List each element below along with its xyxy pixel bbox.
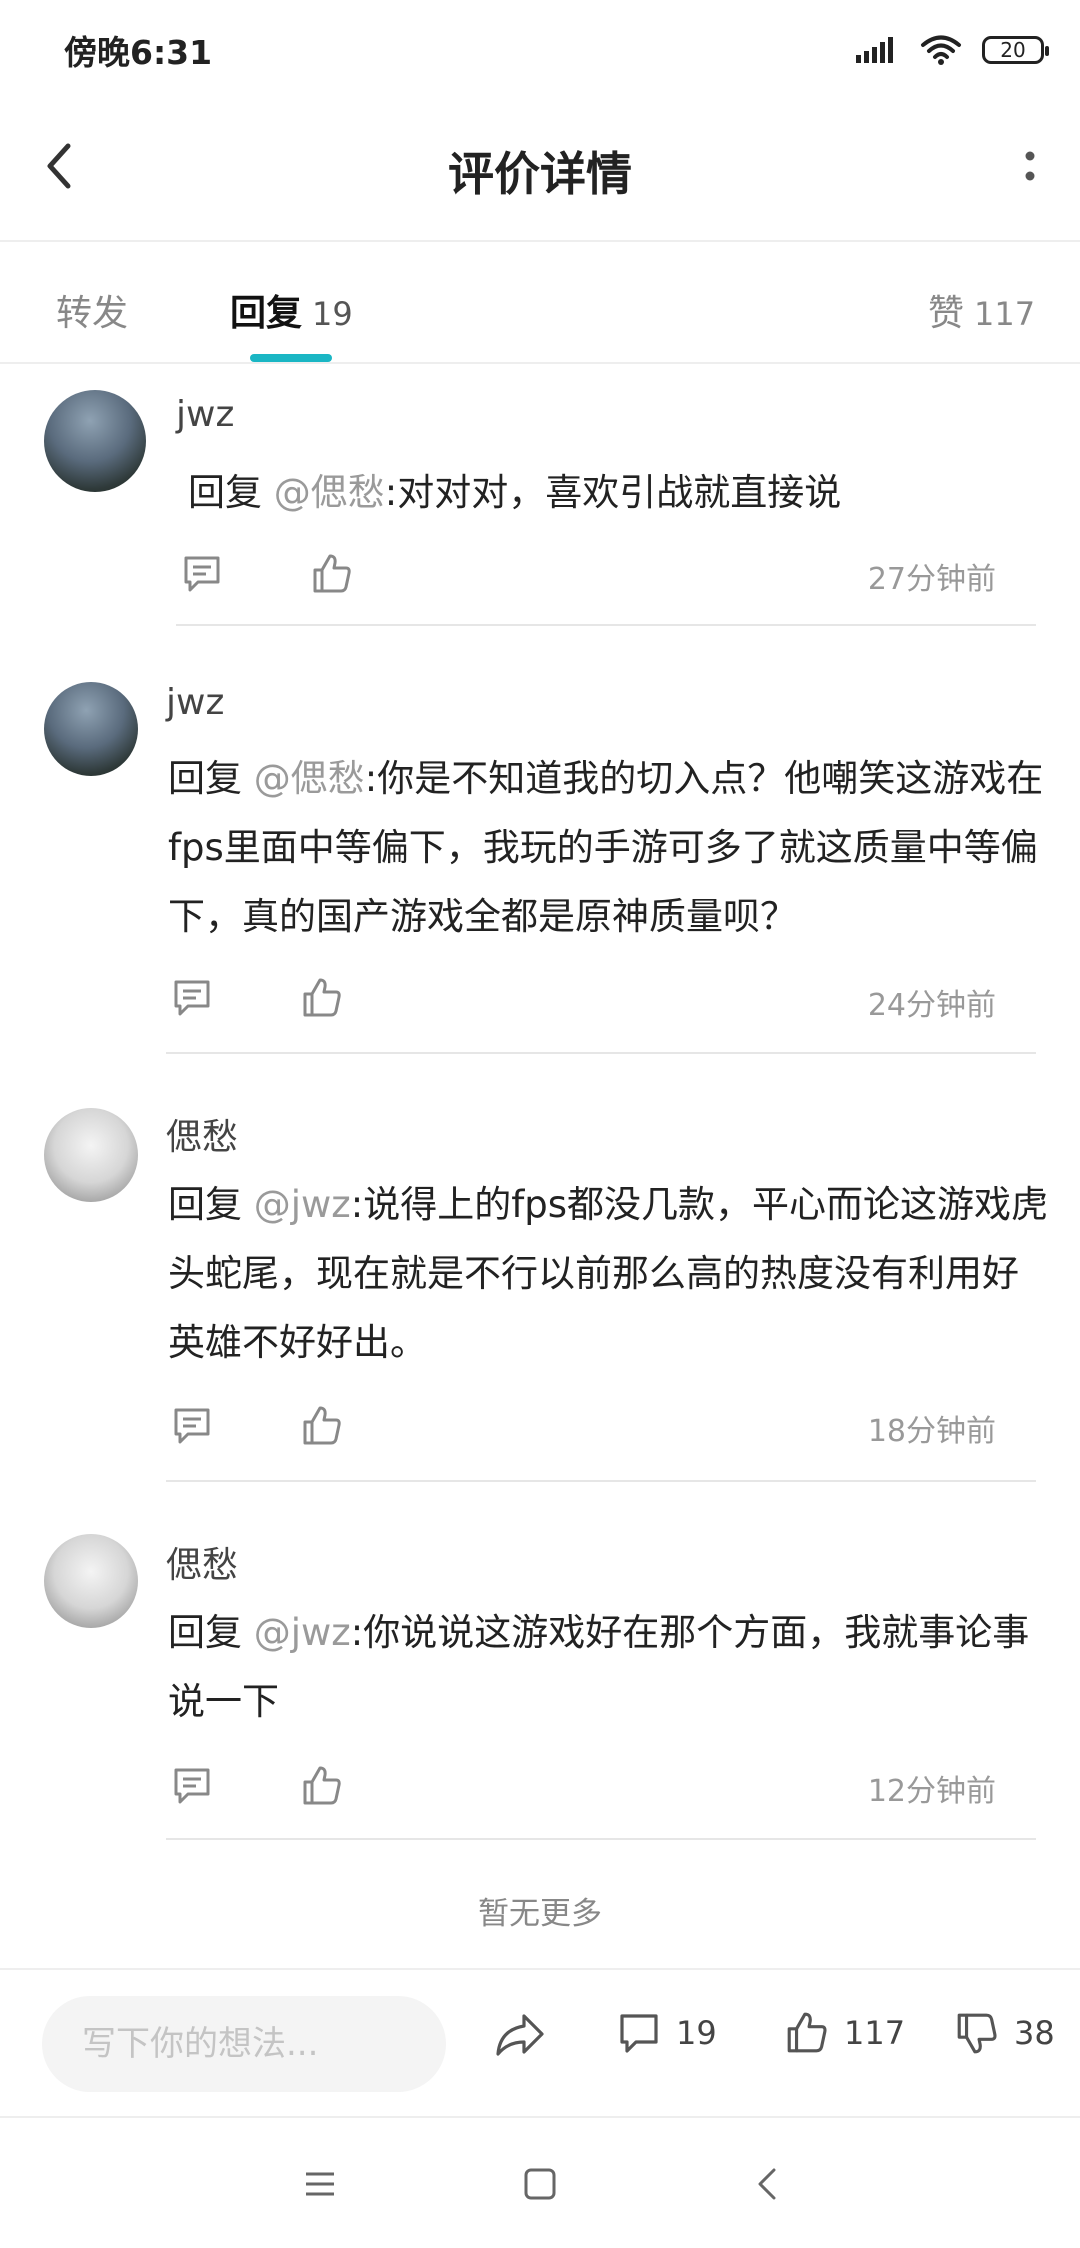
reply-prefix: 回复	[188, 471, 274, 514]
mention-link[interactable]: @偲愁	[274, 471, 385, 514]
avatar[interactable]	[44, 682, 138, 776]
comment-item: 偲愁 回复 @jwz:说得上的fps都没几款，平心而论这游戏虎头蛇尾，现在就是不…	[0, 1054, 1080, 1482]
share-button[interactable]	[494, 2010, 546, 2058]
reply-icon[interactable]	[170, 1404, 214, 1448]
tab-reply-label: 回复	[230, 293, 303, 334]
comment-text: 回复 @偲愁:对对对，喜欢引战就直接说	[188, 458, 1050, 527]
tab-reply[interactable]: 回复 19	[230, 284, 353, 336]
mention-link[interactable]: @偲愁	[254, 757, 365, 800]
comment-username[interactable]: jwz	[176, 394, 234, 435]
reply-icon[interactable]	[170, 1764, 214, 1808]
comment-text: 回复 @偲愁:你是不知道我的切入点？他嘲笑这游戏在fps里面中等偏下，我玩的手游…	[168, 744, 1050, 951]
comment-icon	[616, 2010, 662, 2056]
divider	[176, 624, 1036, 626]
comment-username: 偲愁	[166, 1117, 239, 1158]
divider	[166, 1838, 1036, 1840]
back-icon[interactable]	[746, 2162, 790, 2206]
comment-count: 19	[676, 2014, 717, 2052]
comment-item: 偲愁 回复 @jwz:你说说这游戏好在那个方面，我就事论事说一下 12分钟前	[0, 1482, 1080, 1840]
thumbs-up-icon	[784, 2010, 830, 2056]
status-icons: 20	[856, 30, 1049, 70]
reply-prefix: 回复	[168, 1183, 254, 1226]
battery-level: 20	[1000, 38, 1026, 62]
comment-text: 回复 @jwz:说得上的fps都没几款，平心而论这游戏虎头蛇尾，现在就是不行以前…	[168, 1170, 1050, 1377]
status-time: 傍晚6:31	[64, 33, 213, 72]
reply-icon[interactable]	[170, 976, 214, 1020]
navigation-bar	[0, 2116, 1080, 2248]
like-count: 117	[844, 2014, 906, 2052]
avatar[interactable]	[44, 1534, 138, 1628]
comment-timestamp: 24分钟前	[867, 988, 996, 1023]
comment-timestamp: 18分钟前	[867, 1414, 996, 1449]
share-icon	[494, 2010, 546, 2058]
comment-username: jwz	[166, 682, 225, 723]
comment-body: :对对对，喜欢引战就直接说	[384, 471, 842, 514]
mention-link[interactable]: @jwz	[254, 1183, 351, 1226]
comment-item: jwz 回复 @偲愁:对对对，喜欢引战就直接说 27分钟前	[0, 364, 1080, 628]
reply-icon[interactable]	[180, 552, 224, 596]
tab-like-label: 赞	[928, 293, 965, 334]
comment-input[interactable]	[42, 1996, 446, 2092]
tab-like[interactable]: 赞 117	[928, 284, 1035, 336]
active-tab-indicator	[250, 354, 332, 362]
header: 评价详情	[0, 96, 1080, 242]
thumbs-up-icon[interactable]	[300, 976, 344, 1020]
tab-forward[interactable]: 转发	[56, 284, 128, 336]
more-vertical-icon[interactable]	[1018, 142, 1042, 192]
reply-prefix: 回复	[168, 757, 254, 800]
home-icon[interactable]	[518, 2162, 562, 2206]
comment-username: 偲愁	[166, 1545, 239, 1586]
tab-forward-label: 转发	[56, 293, 129, 334]
comment-item: jwz 回复 @偲愁:你是不知道我的切入点？他嘲笑这游戏在fps里面中等偏下，我…	[0, 628, 1080, 1054]
thumbs-up-icon[interactable]	[300, 1404, 344, 1448]
status-bar: 傍晚6:31 20	[0, 0, 1080, 96]
menu-icon[interactable]	[298, 2162, 342, 2206]
thumbs-up-icon[interactable]	[300, 1764, 344, 1808]
comment-timestamp: 27分钟前	[867, 562, 996, 597]
tabs: 转发 回复 19 赞 117	[0, 242, 1080, 364]
dislike-button[interactable]: 38	[954, 2010, 1055, 2056]
bottom-action-bar: 19 117 38	[0, 1968, 1080, 2116]
wifi-icon	[920, 34, 962, 66]
comment-text: 回复 @jwz:你说说这游戏好在那个方面，我就事论事说一下	[168, 1598, 1050, 1736]
avatar[interactable]	[44, 390, 146, 492]
signal-icon	[856, 35, 900, 65]
reply-prefix: 回复	[168, 1611, 254, 1654]
thumbs-down-icon	[954, 2010, 1000, 2056]
like-button[interactable]: 117	[784, 2010, 905, 2056]
mention-link[interactable]: @jwz	[254, 1611, 351, 1654]
avatar[interactable]	[44, 1108, 138, 1202]
comment-timestamp: 12分钟前	[867, 1774, 996, 1809]
thumbs-up-icon[interactable]	[310, 552, 354, 596]
tab-reply-count: 19	[312, 295, 353, 333]
page-title: 评价详情	[448, 147, 632, 201]
tab-like-count: 117	[974, 295, 1036, 333]
comment-button[interactable]: 19	[616, 2010, 717, 2056]
battery-icon: 20	[982, 36, 1049, 64]
no-more-text: 暂无更多	[478, 1896, 602, 1932]
dislike-count: 38	[1014, 2014, 1055, 2052]
